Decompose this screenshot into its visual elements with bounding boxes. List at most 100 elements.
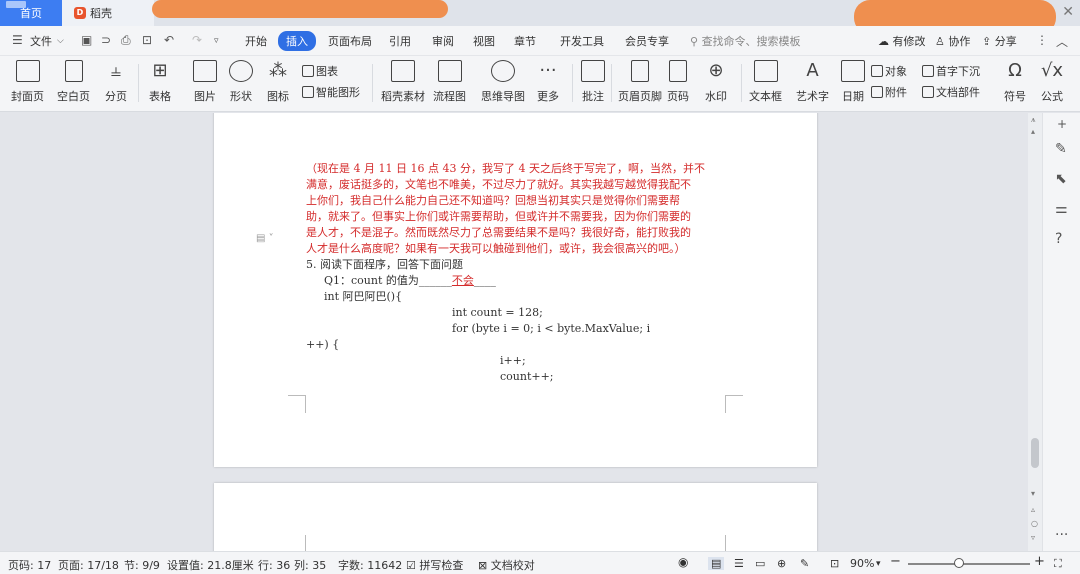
status-wordcount[interactable]: 字数: 11642: [338, 557, 402, 573]
zoom-slider-knob[interactable]: [954, 558, 964, 568]
print-icon[interactable]: ⎙: [121, 33, 131, 48]
more-dots-icon: ···: [539, 60, 557, 81]
more-button[interactable]: ··· 更多: [536, 60, 560, 104]
tab-docer[interactable]: D 稻壳: [62, 0, 154, 26]
web-view-icon[interactable]: ⊕: [777, 557, 786, 570]
more-dots-icon[interactable]: ···: [1055, 527, 1068, 543]
scroll-top-icon[interactable]: ⩚: [1031, 115, 1036, 125]
docpart-button[interactable]: 文档部件: [922, 84, 980, 100]
dropcap-button[interactable]: 首字下沉: [922, 63, 980, 79]
add-icon[interactable]: +: [1057, 117, 1067, 131]
close-icon[interactable]: ✕: [1062, 4, 1074, 20]
table-button[interactable]: ⊞ 表格: [148, 60, 172, 104]
undo-icon[interactable]: ↶: [164, 33, 174, 47]
status-section[interactable]: 节: 9/9: [124, 557, 160, 573]
export-icon[interactable]: ⊃: [101, 33, 111, 47]
shape-button[interactable]: 形状: [229, 60, 253, 104]
vertical-scrollbar[interactable]: ⩚ ▴ ▾ ▵ ○ ▿: [1028, 113, 1042, 551]
status-pages[interactable]: 页面: 17/18: [58, 557, 119, 573]
comment-button[interactable]: 批注: [581, 60, 605, 104]
pen-mode-icon[interactable]: ✎: [800, 557, 809, 570]
flowchart-button[interactable]: 流程图: [433, 60, 466, 104]
status-row[interactable]: 行: 36: [258, 557, 290, 573]
scroll-up-icon[interactable]: ▴: [1031, 127, 1035, 136]
preview-icon[interactable]: ⊡: [142, 33, 152, 47]
zoom-slider-track[interactable]: [908, 563, 1030, 565]
text-line: 满意，废话挺多的，文笔也不唯美，不过尽力了就好。其实我越写越觉得我配不: [306, 178, 691, 191]
customize-icon[interactable]: ▿: [214, 36, 219, 46]
symbol-button[interactable]: Ω 符号: [1003, 60, 1027, 104]
menu-view[interactable]: 视图: [473, 33, 495, 49]
status-setting[interactable]: 设置值: 21.8厘米: [167, 557, 254, 573]
zoom-dropdown-icon[interactable]: ▾: [876, 559, 881, 569]
page-view-icon[interactable]: ▤: [708, 557, 725, 570]
menu-start[interactable]: 开始: [245, 33, 267, 49]
page-number-button[interactable]: 页码: [667, 60, 689, 104]
status-page[interactable]: 页码: 17: [8, 557, 51, 573]
menu-review[interactable]: 审阅: [432, 33, 454, 49]
wordart-button[interactable]: A 艺术字: [796, 60, 829, 104]
spellcheck-button[interactable]: ☑ 拼写检查: [406, 557, 463, 573]
document-workspace[interactable]: ▤ ˅ （现在是 4 月 11 日 16 点 43 分，我写了 4 天之后终于写…: [0, 113, 1028, 551]
status-col[interactable]: 列: 35: [294, 557, 326, 573]
select-browse-icon[interactable]: ○: [1031, 519, 1038, 528]
scroll-down-icon[interactable]: ▾: [1031, 489, 1035, 498]
fullscreen-icon[interactable]: ⛶: [1054, 557, 1062, 571]
paragraph-icon[interactable]: ▤ ˅: [256, 233, 274, 244]
check-icon: ☑: [406, 559, 416, 572]
formula-button[interactable]: √x 公式: [1040, 60, 1064, 104]
date-button[interactable]: 日期: [841, 60, 865, 104]
mindmap-button[interactable]: 思维导图: [481, 60, 525, 104]
document-page-next[interactable]: [214, 483, 817, 551]
zoom-out-icon[interactable]: −: [890, 554, 901, 569]
page-break-button[interactable]: ⫨ 分页: [104, 60, 128, 104]
eye-icon[interactable]: ◉: [678, 555, 688, 569]
attachment-button[interactable]: 附件: [871, 84, 907, 100]
tab-home[interactable]: 首页: [0, 0, 62, 26]
next-page-icon[interactable]: ▿: [1031, 533, 1035, 542]
zoom-in-icon[interactable]: +: [1034, 554, 1045, 569]
help-icon[interactable]: ?: [1055, 231, 1062, 247]
header-footer-button[interactable]: 页眉页脚: [618, 60, 662, 104]
menu-member[interactable]: 会员专享: [625, 33, 669, 49]
icon-button[interactable]: ⁂ 图标: [266, 60, 290, 104]
menu-file[interactable]: 文件: [30, 33, 52, 49]
scroll-thumb[interactable]: [1031, 438, 1039, 468]
redaction-mark: [152, 0, 448, 18]
docer-material-button[interactable]: 稻壳素材: [381, 60, 425, 104]
search-input[interactable]: ⚲ 查找命令、搜索模板: [690, 33, 801, 49]
outline-view-icon[interactable]: ☰: [734, 557, 744, 570]
blank-page-button[interactable]: 空白页: [57, 60, 90, 104]
redo-icon[interactable]: ↷: [192, 33, 202, 47]
chart-button[interactable]: 图表: [302, 63, 338, 79]
pen-icon[interactable]: ✎: [1055, 141, 1067, 157]
doccheck-button[interactable]: ⊠ 文档校对: [478, 557, 535, 573]
menu-insert[interactable]: 插入: [278, 31, 316, 51]
smartart-button[interactable]: 智能图形: [302, 84, 360, 100]
fit-icon[interactable]: ⊡: [830, 557, 839, 570]
picture-button[interactable]: 图片: [193, 60, 217, 104]
share-button[interactable]: ⇪ 分享: [982, 33, 1017, 49]
document-page[interactable]: ▤ ˅ （现在是 4 月 11 日 16 点 43 分，我写了 4 天之后终于写…: [214, 113, 817, 467]
cover-page-button[interactable]: 封面页: [11, 60, 44, 104]
collapse-ribbon-icon[interactable]: ︿: [1056, 33, 1068, 50]
menu-reference[interactable]: 引用: [389, 33, 411, 49]
read-view-icon[interactable]: ▭: [755, 557, 765, 570]
save-icon[interactable]: ▣: [81, 33, 92, 47]
object-button[interactable]: 对象: [871, 63, 907, 79]
more-icon[interactable]: ⋮: [1036, 33, 1048, 47]
watermark-button[interactable]: ⊕ 水印: [704, 60, 728, 104]
chevron-down-icon[interactable]: ⌵: [57, 36, 64, 46]
menu-icon[interactable]: ☰: [12, 33, 23, 47]
divider: [611, 64, 612, 102]
settings-sliders-icon[interactable]: ⚌: [1055, 201, 1068, 217]
menu-developer[interactable]: 开发工具: [560, 33, 604, 49]
revision-button[interactable]: ☁ 有修改: [878, 33, 926, 49]
pointer-icon[interactable]: ⬉: [1055, 171, 1067, 187]
menu-section[interactable]: 章节: [514, 33, 536, 49]
collab-button[interactable]: ♙ 协作: [935, 33, 970, 49]
textbox-button[interactable]: 文本框: [749, 60, 782, 104]
menu-layout[interactable]: 页面布局: [328, 33, 372, 49]
prev-page-icon[interactable]: ▵: [1031, 505, 1035, 514]
zoom-level[interactable]: 90%: [850, 557, 874, 570]
